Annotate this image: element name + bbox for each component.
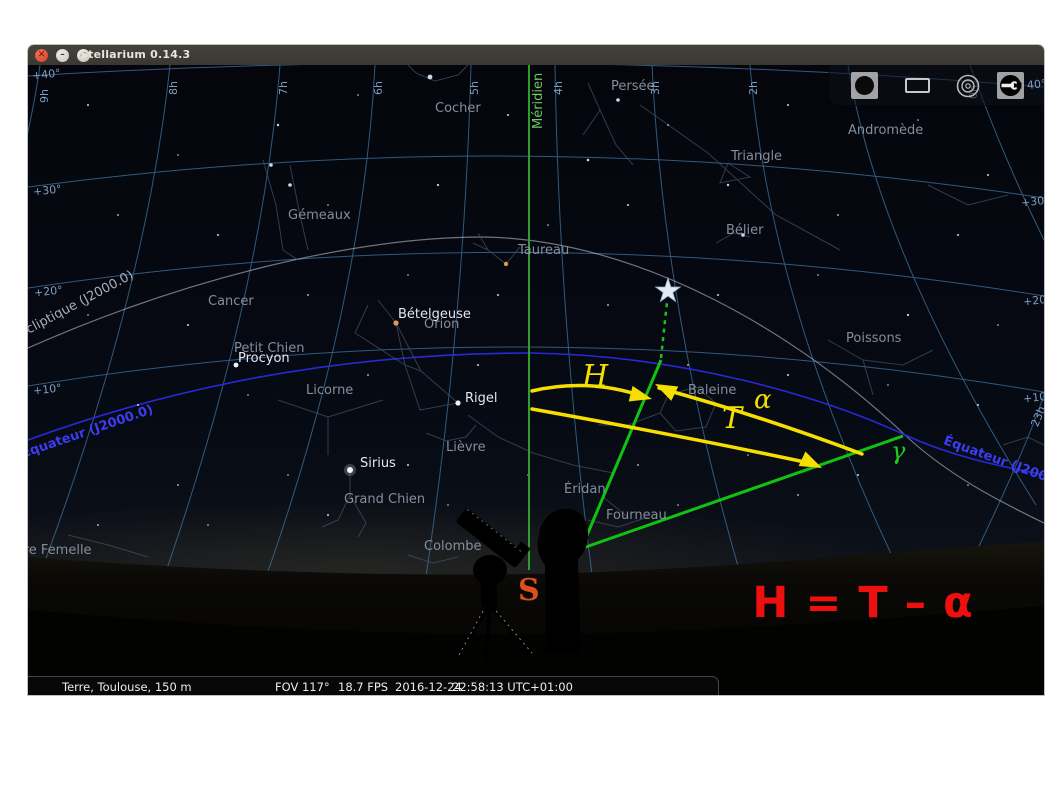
observer-label: S [518,573,540,608]
sidereal-time-label: T [722,401,742,436]
star-label-sirius: Sirius [360,456,396,471]
constellation-label-poissons: Poissons [846,331,901,346]
constellation-label-baleine: Baleine [688,383,736,398]
right-ascension-label: α [754,385,772,415]
constellation-label-cocher: Cocher [435,101,481,116]
hour-label-6h: 6h [372,81,385,95]
status-fov: FOV 117° [275,680,330,694]
constellation-label-andromede: Andromède [848,123,923,138]
constellation-label-colombe: Colombe [424,539,482,554]
oculars-settings-icon[interactable] [997,72,1024,99]
status-time: 22:58:13 UTC+01:00 [452,680,573,694]
oculars-toolbar [828,65,1044,106]
telrad-sight-icon[interactable] [958,76,979,97]
constellation-label-fourneau: Fourneau [606,508,667,523]
constellation-label-licorne: Licorne [306,383,353,398]
status-bar: Terre, Toulouse, 150 m FOV 117° 18.7 FPS… [28,676,719,695]
hour-label-2h: 2h [747,81,760,95]
constellation-label-triangle: Triangle [731,149,782,164]
constellation-label-persee: Persée [611,79,655,94]
star-label-betelgeuse: Bételgeuse [398,307,471,322]
constellation-label-grand-chien: Grand Chien [344,492,425,507]
star-label-procyon: Procyon [238,351,290,366]
dec-label-right-10: +10° [1022,390,1044,406]
sensor-frame-icon[interactable] [906,79,929,92]
sky-view[interactable]: 9h 8h 7h 6h 5h 4h 3h 2h 0h Méridien +40°… [28,65,1044,695]
status-location: Terre, Toulouse, 150 m [62,680,192,694]
desktop-background: ✕ – ▢ Stellarium 0.14.3 [0,0,1058,794]
meridian-label: Méridien [531,73,546,129]
constellation-label-hydre-femelle: Hydre Femelle [28,543,92,558]
window-title: Stellarium 0.14.3 [80,48,190,61]
hour-label-4h: 4h [552,81,565,95]
status-fps: 18.7 FPS [338,680,388,694]
constellation-label-taureau: Taureau [518,243,569,258]
titlebar[interactable]: ✕ – ▢ Stellarium 0.14.3 [28,45,1044,66]
hour-angle-label: H [582,359,608,394]
vernal-point-label: γ [891,437,905,465]
close-icon[interactable]: ✕ [35,49,48,62]
formula-text: H = T – α [741,578,985,628]
constellation-label-lievre: Lièvre [446,440,486,455]
minimize-icon[interactable]: – [56,49,69,62]
hour-label-9h: 9h [38,89,51,103]
dec-label-right-20: +20° [1022,293,1044,309]
constellation-label-belier: Bélier [726,223,763,238]
constellation-label-cancer: Cancer [208,294,254,309]
hour-label-8h: 8h [167,81,180,95]
ocular-view-icon[interactable] [851,72,878,99]
dec-label-right-40: 40° [1026,77,1044,92]
stellarium-window: ✕ – ▢ Stellarium 0.14.3 [28,45,1044,695]
hour-label-5h: 5h [468,81,481,95]
hour-label-7h: 7h [277,81,290,95]
dec-label-right-30: +30° [1020,194,1044,210]
constellation-label-gemeaux: Gémeaux [288,208,351,223]
constellation-label-eridan: Éridan [564,482,606,497]
star-label-rigel: Rigel [465,391,498,406]
